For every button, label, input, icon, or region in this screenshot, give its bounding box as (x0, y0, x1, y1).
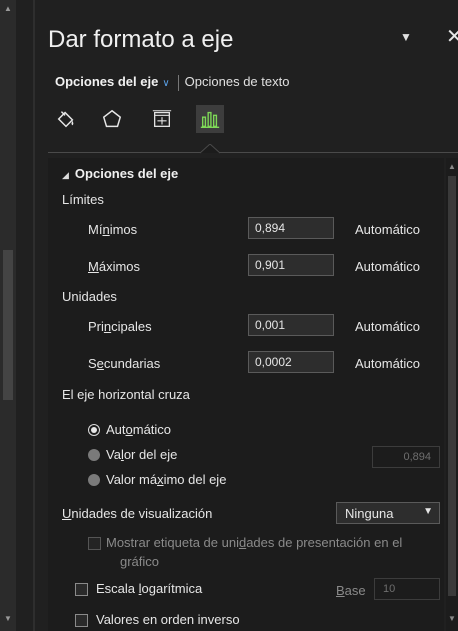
radio-automatic-label[interactable]: Automático (106, 422, 171, 437)
tab-axis-options[interactable]: Opciones del eje (55, 74, 158, 89)
radio-axis-value-label[interactable]: Valor del eje (106, 447, 177, 462)
scroll-thumb[interactable] (448, 176, 456, 596)
horizontal-axis-crosses-label: El eje horizontal cruza (62, 387, 190, 402)
section-header-axis-options[interactable]: ◢ Opciones del eje (62, 166, 178, 181)
dropdown-caret-icon: ▼ (423, 506, 433, 517)
log-scale-checkbox[interactable] (75, 583, 88, 596)
reverse-order-label: Valores en orden inverso (96, 612, 240, 627)
reverse-order-checkbox[interactable] (75, 614, 88, 627)
effects-icon[interactable] (98, 105, 126, 133)
chevron-down-icon[interactable]: ∨ (162, 78, 169, 89)
close-icon[interactable]: ✕ (446, 24, 458, 49)
fill-line-icon[interactable] (52, 105, 80, 133)
scroll-thumb[interactable] (3, 250, 13, 400)
show-display-units-label: Mostrar etiqueta de unidades de presenta… (106, 535, 403, 550)
axis-value-input[interactable]: 0,894 (372, 446, 440, 468)
tab-separator-line (48, 152, 458, 153)
tab-text-options[interactable]: Opciones de texto (185, 74, 290, 89)
display-units-dropdown[interactable]: Ninguna ▼ (336, 502, 440, 524)
radio-automatic[interactable] (88, 424, 100, 436)
scroll-up-icon[interactable]: ▲ (447, 162, 457, 172)
scroll-up-icon[interactable]: ▲ (3, 4, 13, 14)
log-scale-label: Escala logarítmica (96, 581, 203, 596)
units-label: Unidades (62, 289, 117, 304)
minimum-label: Mínimos (88, 222, 138, 237)
chevron-down-icon[interactable]: ▼ (400, 30, 412, 44)
major-unit-label: Principales (88, 319, 152, 334)
pane-divider (33, 0, 35, 631)
limits-label: Límites (62, 192, 104, 207)
pane-title: Dar formato a eje (48, 26, 234, 53)
log-base-input[interactable]: 10 (374, 578, 440, 600)
axis-options-chart-icon[interactable] (196, 105, 224, 133)
left-scrollbar[interactable]: ▲ ▼ (0, 0, 16, 631)
show-display-units-label-line2: gráfico (120, 554, 160, 569)
radio-maximum-axis-value[interactable] (88, 474, 100, 486)
options-tabs: Opciones del eje ∨ Opciones de texto (55, 74, 289, 91)
maximum-input[interactable]: 0,901 (248, 254, 334, 276)
maximum-auto-button[interactable]: Automático (355, 259, 420, 274)
display-units-label: Unidades de visualización (62, 506, 213, 521)
minor-unit-auto-button[interactable]: Automático (355, 356, 420, 371)
minor-unit-input[interactable]: 0,0002 (248, 351, 334, 373)
radio-maximum-axis-value-label[interactable]: Valor máximo del eje (106, 472, 226, 487)
major-unit-input[interactable]: 0,001 (248, 314, 334, 336)
scroll-down-icon[interactable]: ▼ (3, 614, 13, 624)
minimum-auto-button[interactable]: Automático (355, 222, 420, 237)
tab-separator (177, 74, 179, 91)
log-base-label: Base (336, 583, 366, 598)
major-unit-auto-button[interactable]: Automático (355, 319, 420, 334)
minimum-input[interactable]: 0,894 (248, 217, 334, 239)
size-properties-icon[interactable] (148, 105, 176, 133)
collapse-triangle-icon[interactable]: ◢ (62, 170, 69, 180)
panel-scrollbar[interactable]: ▲ ▼ (446, 158, 458, 631)
radio-axis-value[interactable] (88, 449, 100, 461)
active-tab-indicator (200, 144, 220, 154)
maximum-label: Máximos (88, 259, 141, 274)
show-display-units-checkbox[interactable] (88, 537, 101, 550)
scroll-down-icon[interactable]: ▼ (447, 614, 457, 624)
minor-unit-label: Secundarias (88, 356, 161, 371)
